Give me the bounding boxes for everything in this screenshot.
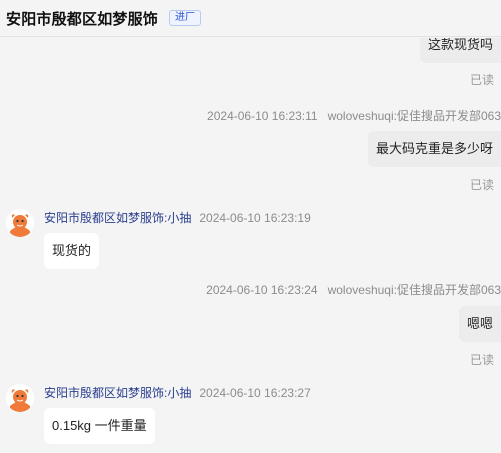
message-list[interactable]: 这款现货吗 已读 2024-06-10 16:23:11 woloveshuqi:…: [0, 38, 501, 453]
message-bubble-outgoing: 这款现货吗: [419, 38, 501, 63]
message-bubble-incoming: 0.15kg 一件重量: [44, 408, 155, 444]
shop-title[interactable]: 安阳市殷都区如梦服饰: [6, 8, 158, 29]
message-bubble-outgoing: 嗯嗯: [458, 306, 501, 342]
message-bubble-outgoing: 最大码克重是多少呀: [367, 131, 501, 167]
chat-header: 安阳市殷都区如梦服饰 进厂: [0, 0, 501, 37]
message-bubble-incoming: 现货的: [44, 233, 100, 269]
shop-mascot-avatar-icon[interactable]: [6, 384, 34, 412]
message-time: 2024-06-10 16:23:27: [199, 386, 311, 400]
message-time: 2024-06-10 16:23:19: [199, 211, 311, 225]
read-status: 已读: [469, 73, 494, 87]
message-meta-outgoing: 2024-06-10 16:23:24 woloveshuqi:促佳搜品开发部06…: [206, 281, 501, 298]
message-sender[interactable]: 安阳市殷都区如梦服饰:小抽: [44, 211, 191, 225]
message-meta-incoming: 安阳市殷都区如梦服饰:小抽 2024-06-10 16:23:27: [44, 384, 311, 401]
message-meta-incoming: 安阳市殷都区如梦服饰:小抽 2024-06-10 16:23:19: [44, 209, 311, 226]
message-time: 2024-06-10 16:23:24: [206, 283, 318, 297]
read-status: 已读: [469, 178, 494, 192]
message-meta-outgoing: 2024-06-10 16:23:11 woloveshuqi:促佳搜品开发部06…: [207, 107, 501, 124]
message-sender[interactable]: 安阳市殷都区如梦服饰:小抽: [44, 386, 191, 400]
shop-mascot-avatar-icon[interactable]: [6, 209, 34, 237]
read-status: 已读: [469, 353, 494, 367]
message-sender: woloveshuqi:促佳搜品开发部063: [327, 109, 501, 123]
enter-factory-tag[interactable]: 进厂: [169, 10, 202, 26]
message-time: 2024-06-10 16:23:11: [207, 109, 318, 123]
message-sender: woloveshuqi:促佳搜品开发部063: [327, 283, 501, 297]
